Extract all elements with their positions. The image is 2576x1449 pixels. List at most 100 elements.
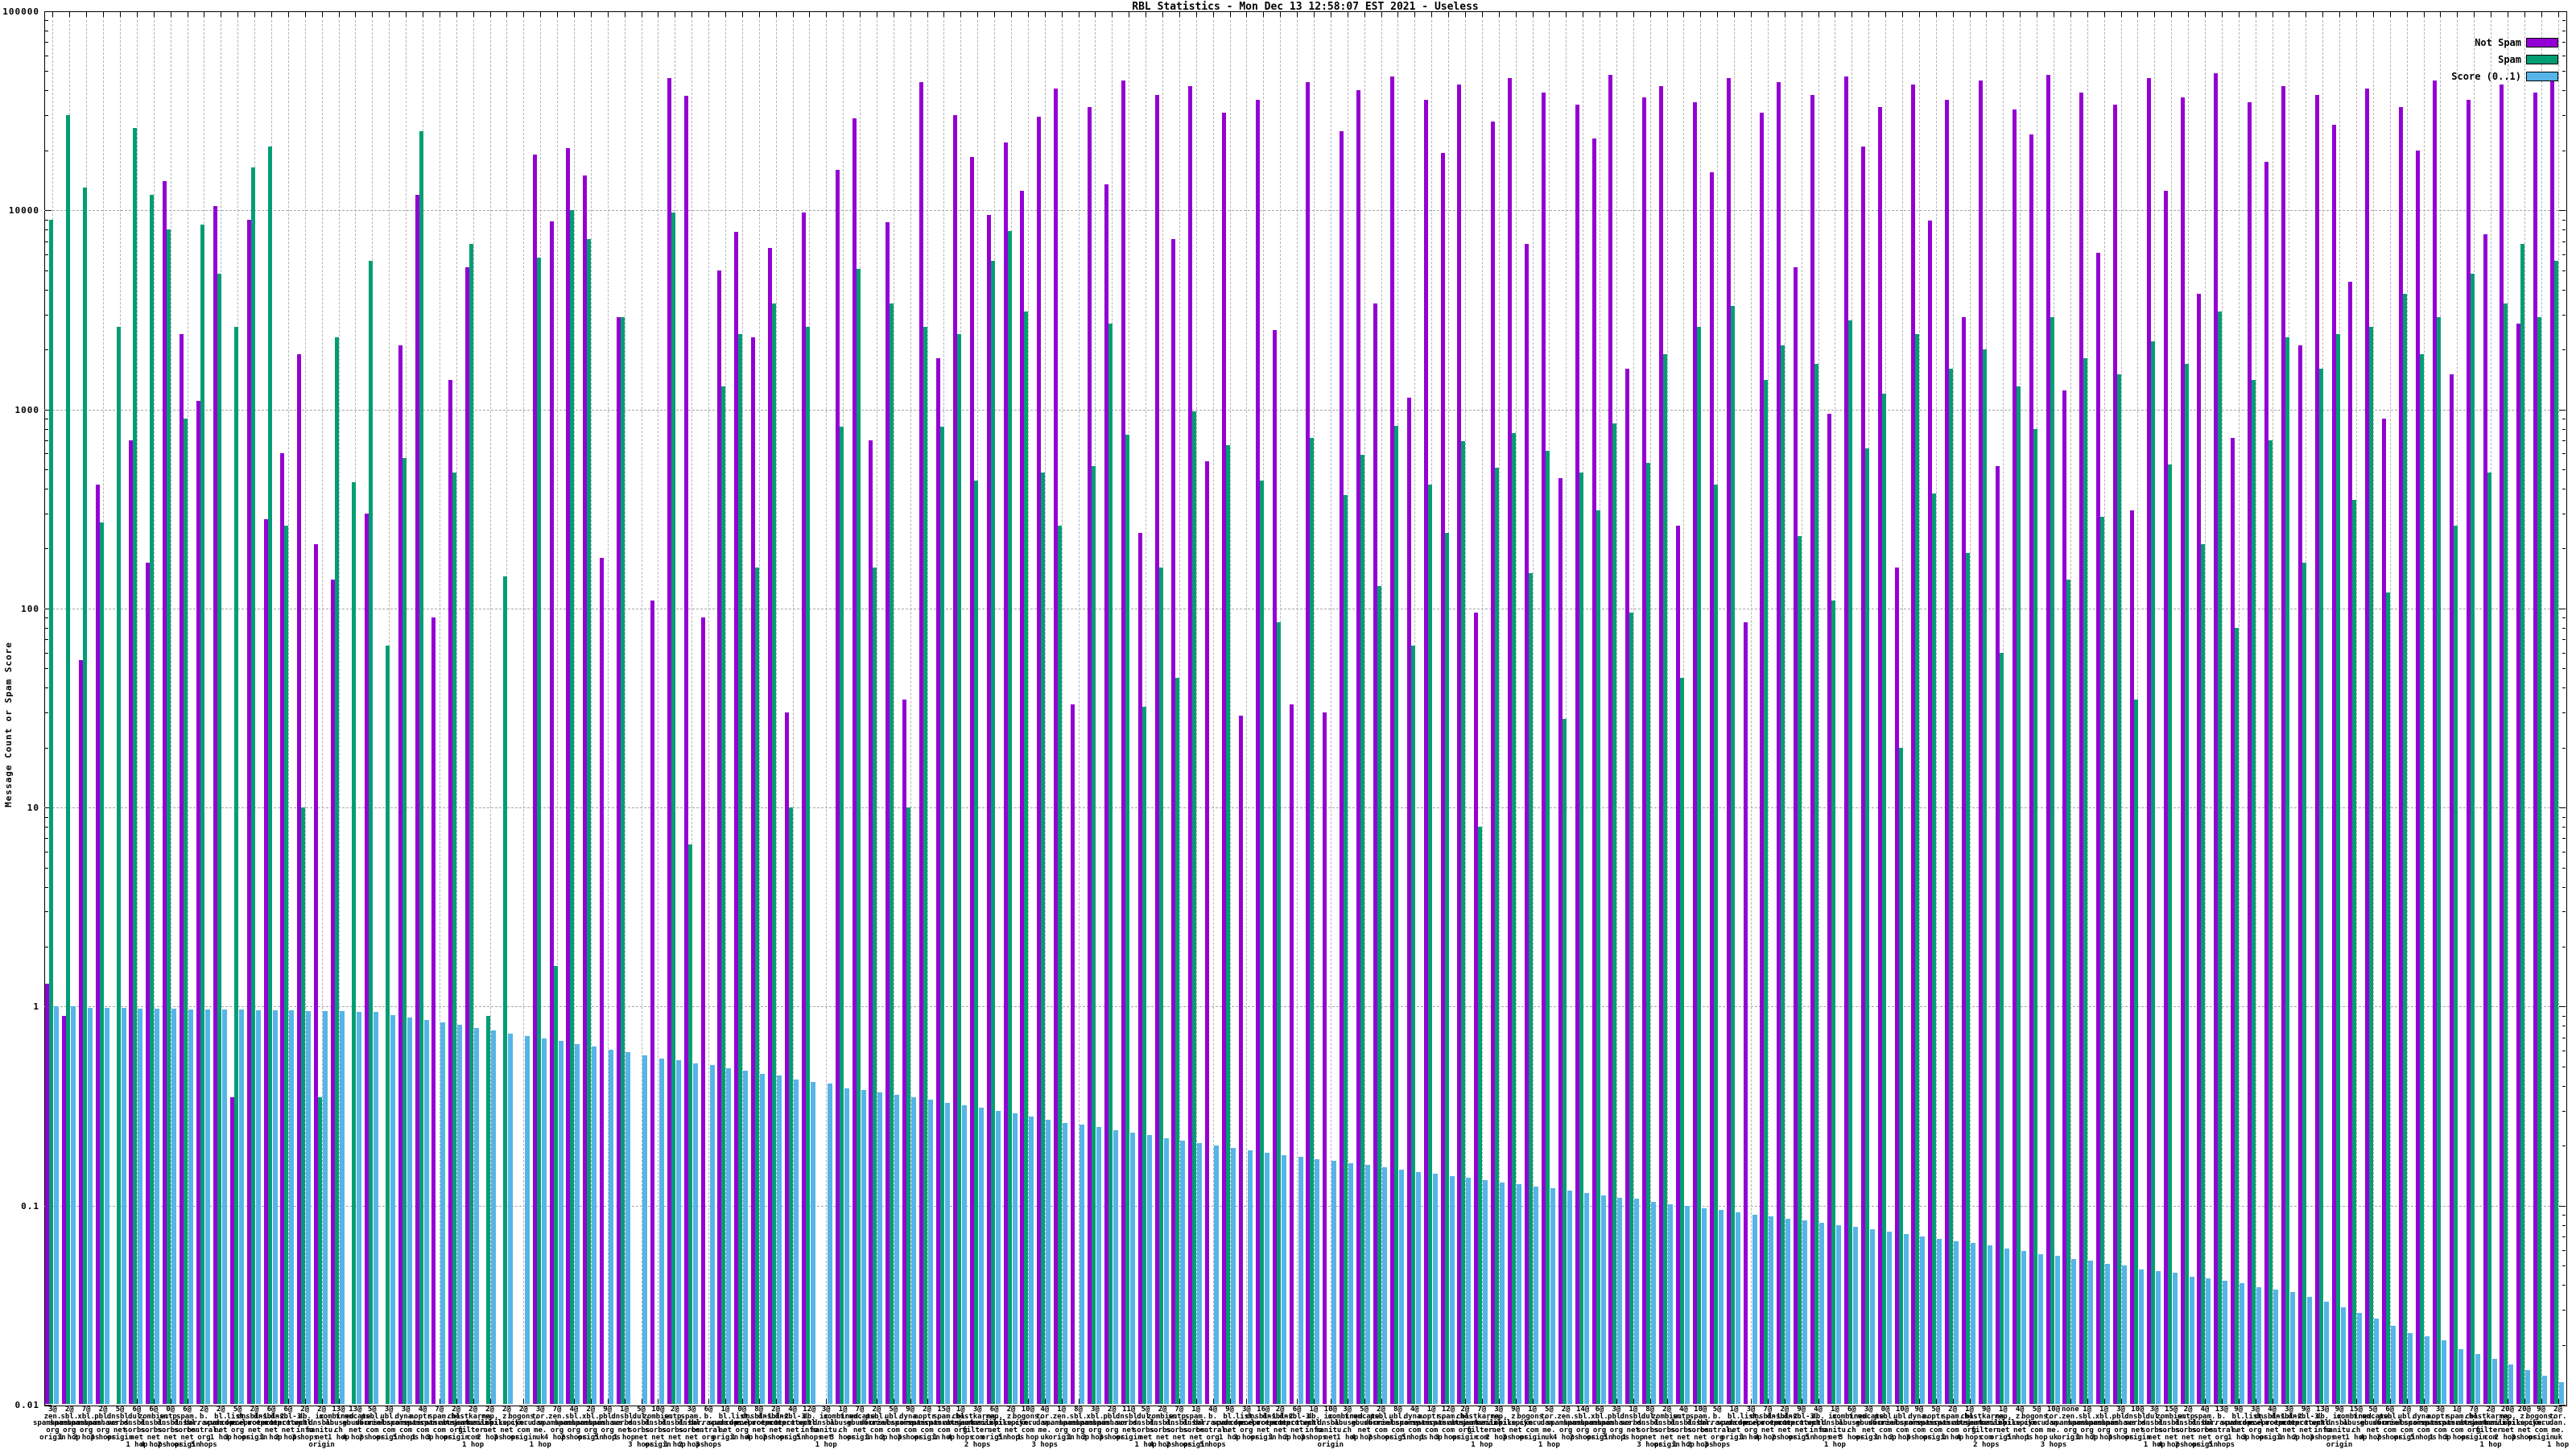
- score-bar: [70, 1006, 76, 1404]
- score-bar: [2273, 1289, 2278, 1404]
- x-tick: [2541, 12, 2542, 17]
- score-bar: [2441, 1340, 2446, 1404]
- spam-bar: [906, 807, 911, 1404]
- y-minor-tick: [2562, 827, 2566, 828]
- score-bar: [592, 1046, 597, 1404]
- spam-bar: [1226, 445, 1230, 1404]
- score-bar: [1785, 1218, 1791, 1404]
- x-tick: [1868, 12, 1870, 17]
- y-minor-tick: [45, 867, 48, 869]
- score-bar: [1583, 1192, 1589, 1404]
- x-tick: [1397, 12, 1399, 17]
- x-tick: [792, 12, 794, 17]
- legend-label: Not Spam: [2475, 36, 2521, 48]
- notspam-bar: [1238, 715, 1243, 1404]
- x-tick: [1700, 12, 1702, 17]
- spam-bar: [1663, 353, 1668, 1404]
- spam-bar: [1512, 433, 1517, 1404]
- spam-swatch: [2526, 54, 2558, 64]
- spam-bar: [2184, 363, 2189, 1404]
- y-minor-tick: [2562, 687, 2566, 689]
- y-minor-tick: [45, 453, 48, 455]
- y-minor-tick: [2562, 229, 2566, 231]
- x-tick: [2204, 12, 2206, 17]
- score-bar: [2508, 1364, 2514, 1404]
- x-tick: [287, 12, 289, 17]
- x-tick: [2457, 12, 2458, 17]
- x-tick: [473, 12, 474, 17]
- x-tick: [304, 12, 306, 17]
- legend-item-not-spam: Not Spam: [2451, 34, 2558, 51]
- not-spam-swatch: [2526, 37, 2558, 47]
- y-minor-tick: [2562, 1215, 2566, 1216]
- x-tick: [2423, 12, 2425, 17]
- score-bar: [2340, 1307, 2346, 1404]
- y-tick: [2559, 807, 2566, 809]
- score-bar: [911, 1097, 917, 1404]
- score-bar: [1449, 1175, 1455, 1404]
- x-tick: [1297, 12, 1298, 17]
- spam-bar: [2133, 699, 2138, 1404]
- x-tick: [1515, 12, 1517, 17]
- spam-bar: [1847, 320, 1852, 1404]
- score-bar: [609, 1049, 614, 1404]
- score-bar: [2223, 1280, 2228, 1404]
- score-bar: [53, 1006, 59, 1404]
- x-tick: [708, 12, 709, 17]
- x-tick: [2440, 12, 2442, 17]
- spam-bar: [1831, 600, 1835, 1404]
- x-tick: [1112, 12, 1113, 17]
- x-tick: [691, 12, 693, 17]
- x-tick: [1431, 12, 1433, 17]
- score-bar: [541, 1038, 547, 1404]
- x-tick: [2406, 12, 2408, 17]
- y-minor-tick: [45, 668, 48, 670]
- y-minor-tick: [2562, 349, 2566, 351]
- spam-bar: [502, 576, 507, 1404]
- x-tick: [1280, 12, 1282, 17]
- y-minor-tick: [2562, 1015, 2566, 1017]
- spam-bar: [2285, 337, 2289, 1404]
- score-bar: [2306, 1296, 2312, 1404]
- notspam-bar: [1205, 460, 1210, 1404]
- score-bar: [2491, 1359, 2497, 1404]
- score-bar: [1668, 1203, 1674, 1404]
- score-bar: [1046, 1120, 1051, 1404]
- spam-bar: [2201, 544, 2206, 1404]
- spam-bar: [2167, 464, 2172, 1404]
- score-bar: [1852, 1227, 1858, 1404]
- x-tick: [557, 12, 558, 17]
- spam-bar: [385, 646, 390, 1404]
- score-bar: [2206, 1278, 2211, 1404]
- x-tick: [994, 12, 996, 17]
- x-tick: [2120, 12, 2122, 17]
- score-bar: [289, 1009, 295, 1404]
- x-tick: [1448, 12, 1449, 17]
- spam-bar: [133, 127, 138, 1404]
- y-minor-tick: [2562, 1310, 2566, 1311]
- spam-bar: [1864, 448, 1869, 1404]
- spam-bar: [2150, 341, 2155, 1404]
- y-minor-tick: [2562, 816, 2566, 818]
- x-tick: [1885, 12, 1887, 17]
- score-bar: [1231, 1148, 1236, 1404]
- x-tick: [2524, 12, 2525, 17]
- score-bar: [2559, 1381, 2565, 1404]
- x-tick: [86, 12, 88, 17]
- y-minor-tick: [2562, 1265, 2566, 1267]
- score-bar: [1886, 1232, 1892, 1404]
- y-minor-tick: [2562, 270, 2566, 271]
- spam-bar: [2268, 440, 2273, 1404]
- y-minor-tick: [45, 548, 48, 550]
- x-tick: [2087, 12, 2088, 17]
- x-tick: [1734, 12, 1736, 17]
- notspam-bar: [650, 600, 654, 1404]
- x-tick: [943, 12, 945, 17]
- x-tick: [523, 12, 525, 17]
- x-tick: [2322, 12, 2324, 17]
- spam-bar: [1310, 437, 1315, 1404]
- spam-bar: [2403, 294, 2408, 1404]
- y-tick: [45, 210, 52, 212]
- spam-bar: [1679, 677, 1684, 1404]
- spam-bar: [1175, 677, 1180, 1404]
